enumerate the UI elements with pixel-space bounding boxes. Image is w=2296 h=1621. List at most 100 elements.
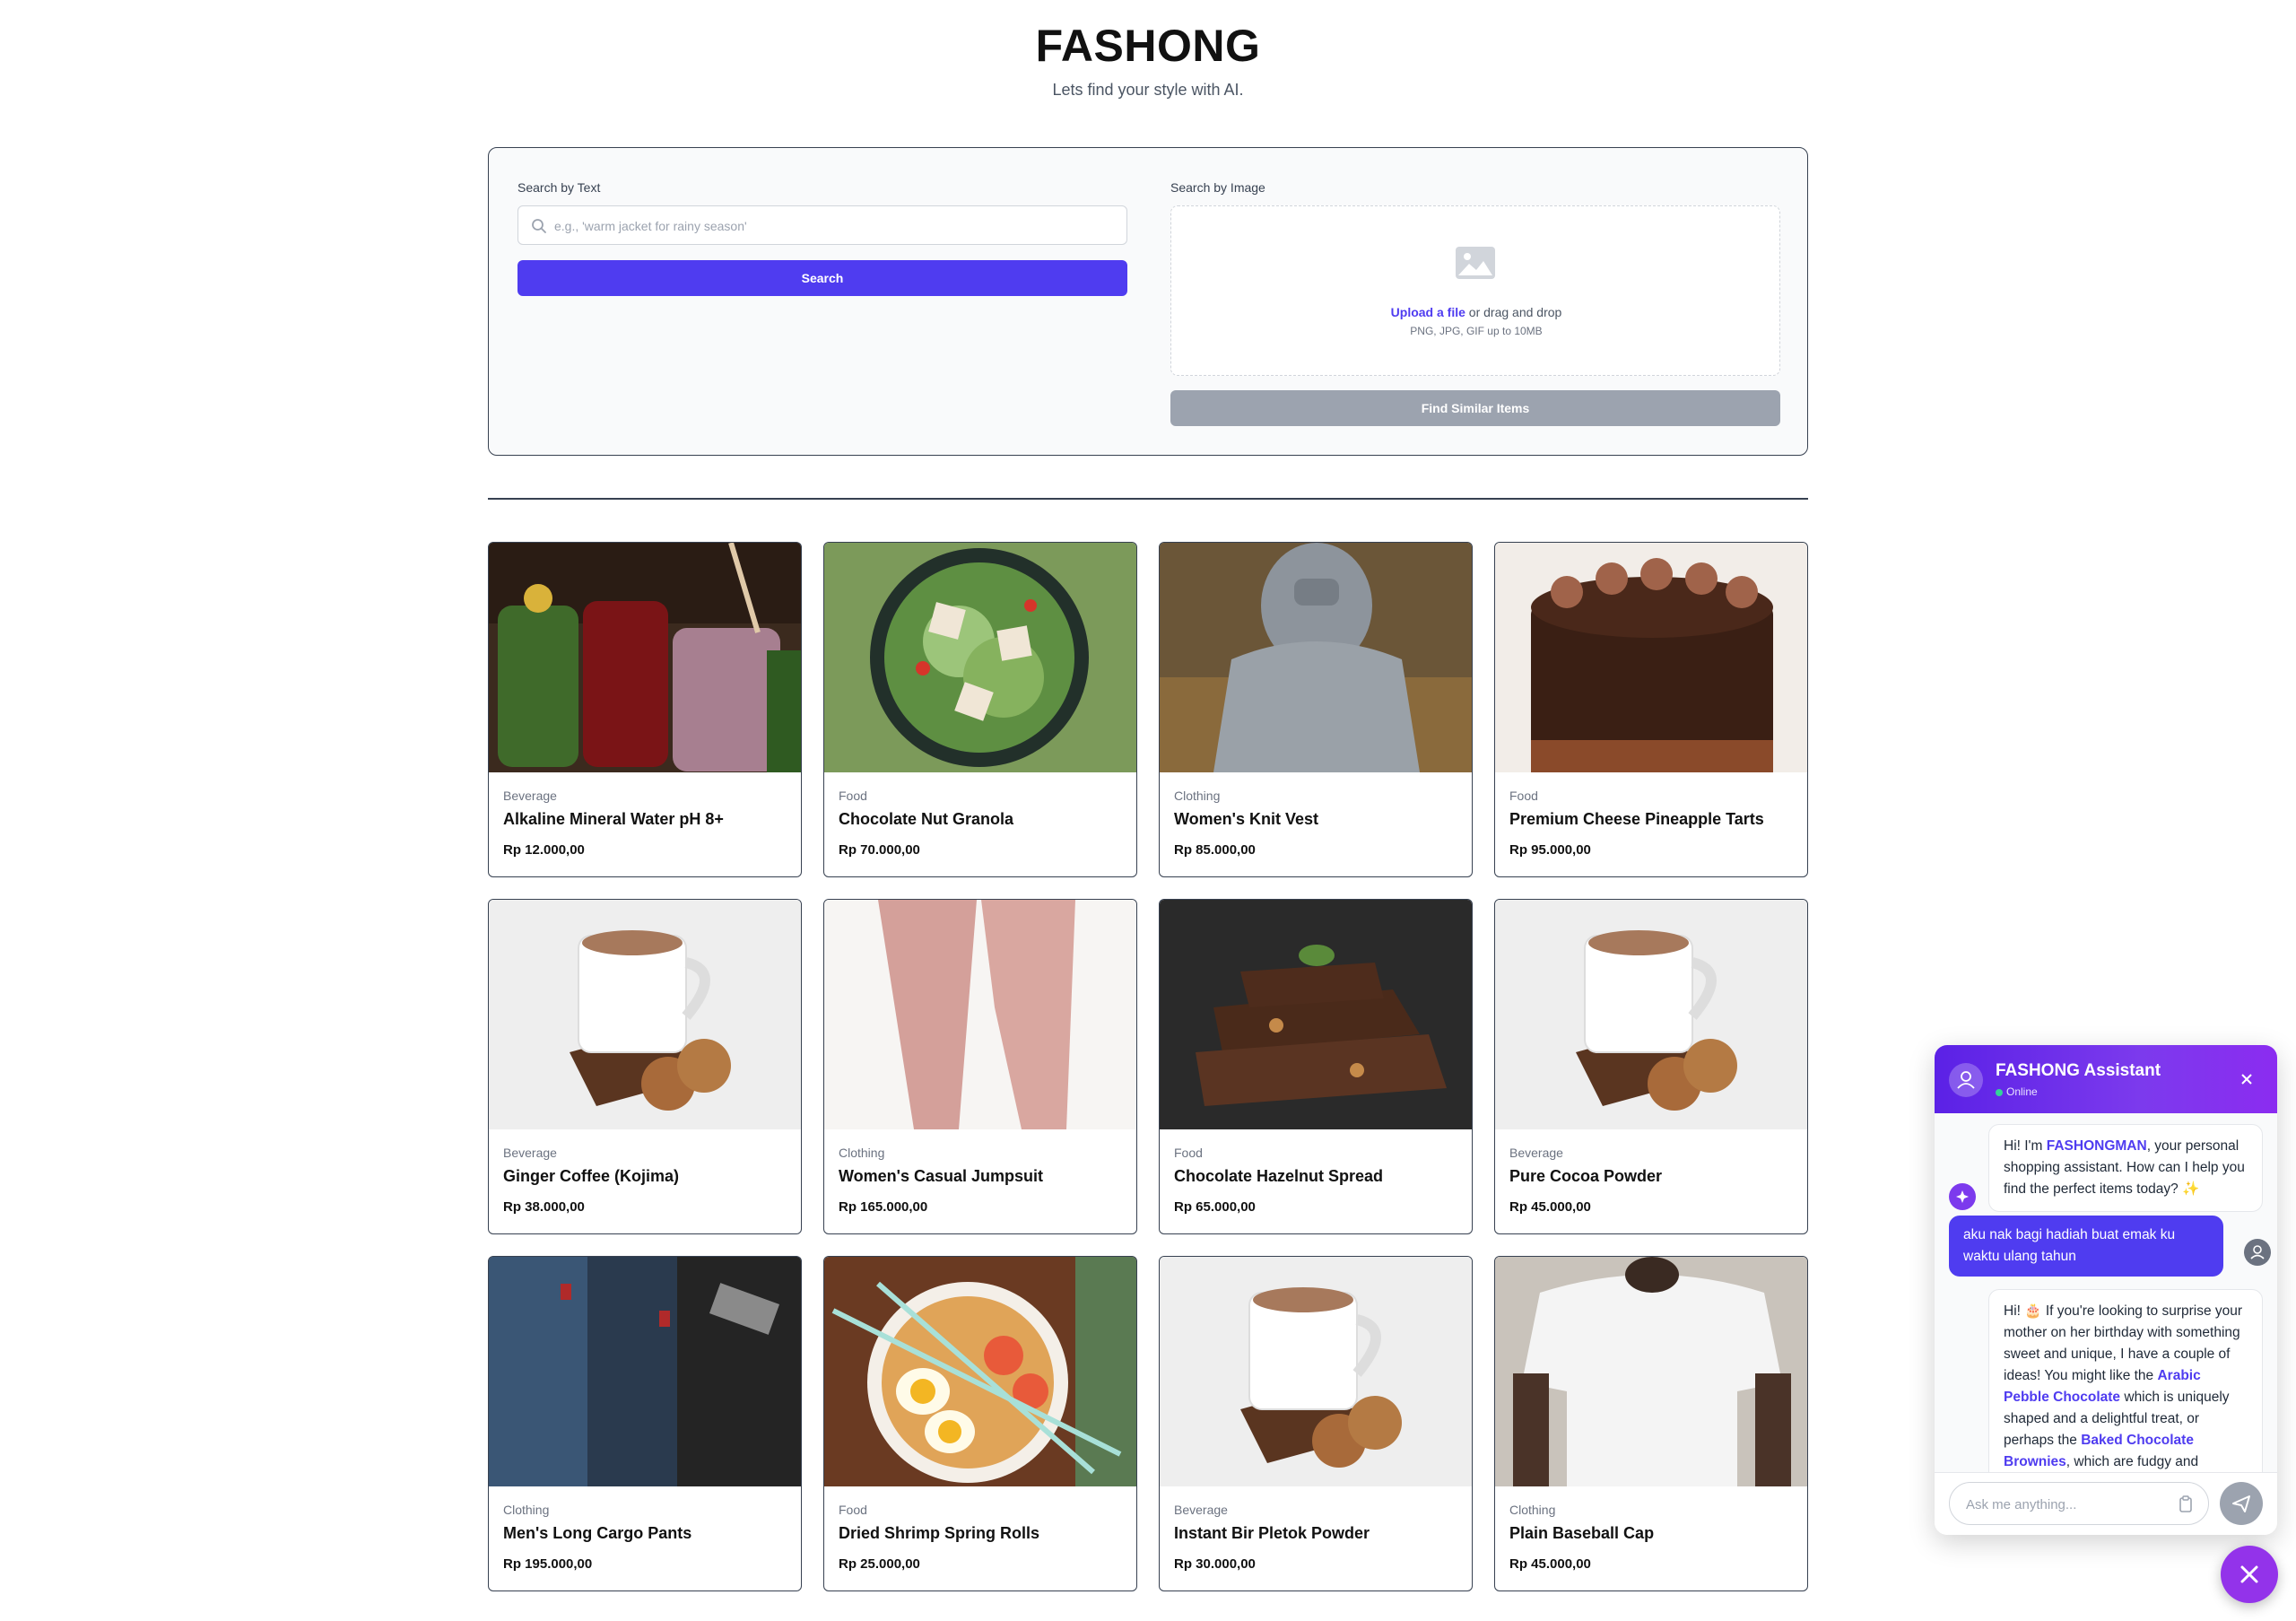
product-card[interactable]: Beverage Pure Cocoa Powder Rp 45.000,00 [1494,899,1808,1234]
search-button[interactable]: Search [517,260,1127,296]
bot-avatar [1949,1183,1976,1210]
chat-messages: Hi! I'm FASHONGMAN, your personal shoppi… [1935,1113,2277,1472]
send-button[interactable] [2220,1482,2263,1525]
person-icon [2250,1245,2265,1259]
product-category: Beverage [1174,1503,1228,1517]
find-similar-button[interactable]: Find Similar Items [1170,390,1780,426]
send-icon [2232,1495,2250,1512]
bot-message: Hi! I'm FASHONGMAN, your personal shoppi… [1988,1124,2263,1212]
product-card[interactable]: Clothing Men's Long Cargo Pants Rp 195.0… [488,1256,802,1591]
chat-input[interactable] [1966,1494,2163,1515]
search-input[interactable] [554,214,1110,239]
brand-title: FASHONG [1035,21,1261,71]
product-name: Pure Cocoa Powder [1509,1167,1663,1185]
clipboard-icon[interactable] [2178,1495,2194,1513]
product-price: Rp 85.000,00 [1174,842,1256,858]
drag-drop-text: or drag and drop [1465,305,1562,319]
product-image [1495,543,1807,772]
product-category: Clothing [839,1146,885,1160]
product-category: Food [839,789,867,803]
product-image [1160,1257,1472,1486]
product-image [824,1257,1136,1486]
product-image [1495,1257,1807,1486]
product-category: Beverage [503,789,557,803]
product-card[interactable]: Clothing Women's Knit Vest Rp 85.000,00 [1159,542,1473,877]
section-divider [488,498,1808,500]
product-price: Rp 38.000,00 [503,1199,585,1215]
message-text: Hi! I'm [2004,1138,2047,1154]
user-avatar [2244,1239,2271,1266]
product-category: Food [1174,1146,1203,1160]
image-icon [1456,247,1495,279]
product-price: Rp 95.000,00 [1509,842,1591,858]
close-icon[interactable] [2238,1070,2256,1088]
product-card[interactable]: Beverage Ginger Coffee (Kojima) Rp 38.00… [488,899,802,1234]
product-category: Beverage [503,1146,557,1160]
product-category: Clothing [1174,789,1221,803]
product-name: Premium Cheese Pineapple Tarts [1509,810,1764,828]
product-name: Women's Knit Vest [1174,810,1318,828]
product-card[interactable]: Food Chocolate Nut Granola Rp 70.000,00 [823,542,1137,877]
product-card[interactable]: Beverage Alkaline Mineral Water pH 8+ Rp… [488,542,802,877]
product-image [489,1257,801,1486]
product-price: Rp 165.000,00 [839,1199,928,1215]
image-dropzone[interactable]: Upload a file or drag and drop PNG, JPG,… [1170,205,1780,376]
product-category: Food [839,1503,867,1517]
product-name: Dried Shrimp Spring Rolls [839,1524,1040,1542]
tagline: Lets find your style with AI. [1052,81,1244,99]
product-price: Rp 30.000,00 [1174,1556,1256,1572]
message-text: , which are fudgy and [2066,1454,2199,1469]
chat-input-bar [1935,1472,2277,1535]
product-image [1160,543,1472,772]
chat-header: FASHONG Assistant Online [1935,1045,2277,1113]
product-card[interactable]: Food Chocolate Hazelnut Spread Rp 65.000… [1159,899,1473,1234]
product-card[interactable]: Food Dried Shrimp Spring Rolls Rp 25.000… [823,1256,1137,1591]
product-image [489,543,801,772]
product-card[interactable]: Food Premium Cheese Pineapple Tarts Rp 9… [1494,542,1808,877]
product-card[interactable]: Clothing Women's Casual Jumpsuit Rp 165.… [823,899,1137,1234]
product-grid: Beverage Alkaline Mineral Water pH 8+ Rp… [488,542,1808,1591]
product-price: Rp 195.000,00 [503,1556,593,1572]
close-icon [2240,1565,2258,1583]
chat-status: Online [1996,1085,2038,1098]
product-price: Rp 25.000,00 [839,1556,920,1572]
product-price: Rp 12.000,00 [503,842,585,858]
text-search-field[interactable] [517,205,1127,245]
product-image [1495,900,1807,1129]
product-card[interactable]: Clothing Plain Baseball Cap Rp 45.000,00 [1494,1256,1808,1591]
product-name: Alkaline Mineral Water pH 8+ [503,810,724,828]
chat-title: FASHONG Assistant [1996,1061,2161,1080]
product-category: Clothing [503,1503,550,1517]
product-name: Plain Baseball Cap [1509,1524,1655,1542]
text-search-label: Search by Text [517,180,601,195]
online-dot [1996,1088,2003,1096]
product-category: Beverage [1509,1146,1563,1160]
product-name: Ginger Coffee (Kojima) [503,1167,680,1185]
product-price: Rp 45.000,00 [1509,1199,1591,1215]
product-price: Rp 70.000,00 [839,842,920,858]
product-name: Women's Casual Jumpsuit [839,1167,1043,1185]
product-name: Chocolate Nut Granola [839,810,1014,828]
status-text: Online [2006,1085,2038,1098]
chat-widget: FASHONG Assistant Online Hi! I'm FASHONG… [1935,1045,2277,1535]
product-image [824,900,1136,1129]
image-search-label: Search by Image [1170,180,1265,195]
product-name: Men's Long Cargo Pants [503,1524,692,1542]
product-price: Rp 65.000,00 [1174,1199,1256,1215]
search-panel: Search by Text Search Search by Image Up… [488,147,1808,456]
chat-input-field[interactable] [1949,1482,2209,1525]
upload-file-link[interactable]: Upload a file [1391,305,1465,319]
product-card[interactable]: Beverage Instant Bir Pletok Powder Rp 30… [1159,1256,1473,1591]
chat-toggle-button[interactable] [2221,1546,2278,1603]
assistant-name-link: FASHONGMAN [2046,1138,2147,1154]
upload-hint: PNG, JPG, GIF up to 10MB [1410,325,1543,337]
assistant-avatar [1949,1063,1983,1097]
product-name: Instant Bir Pletok Powder [1174,1524,1370,1542]
message-text: Hi! 🎂 If you're looking to surprise your… [2004,1303,2243,1383]
upload-instructions: Upload a file or drag and drop [1171,305,1781,319]
product-image [489,900,801,1129]
product-category: Clothing [1509,1503,1556,1517]
product-category: Food [1509,789,1538,803]
user-icon [1957,1071,1975,1089]
bot-message: Hi! 🎂 If you're looking to surprise your… [1988,1289,2263,1472]
